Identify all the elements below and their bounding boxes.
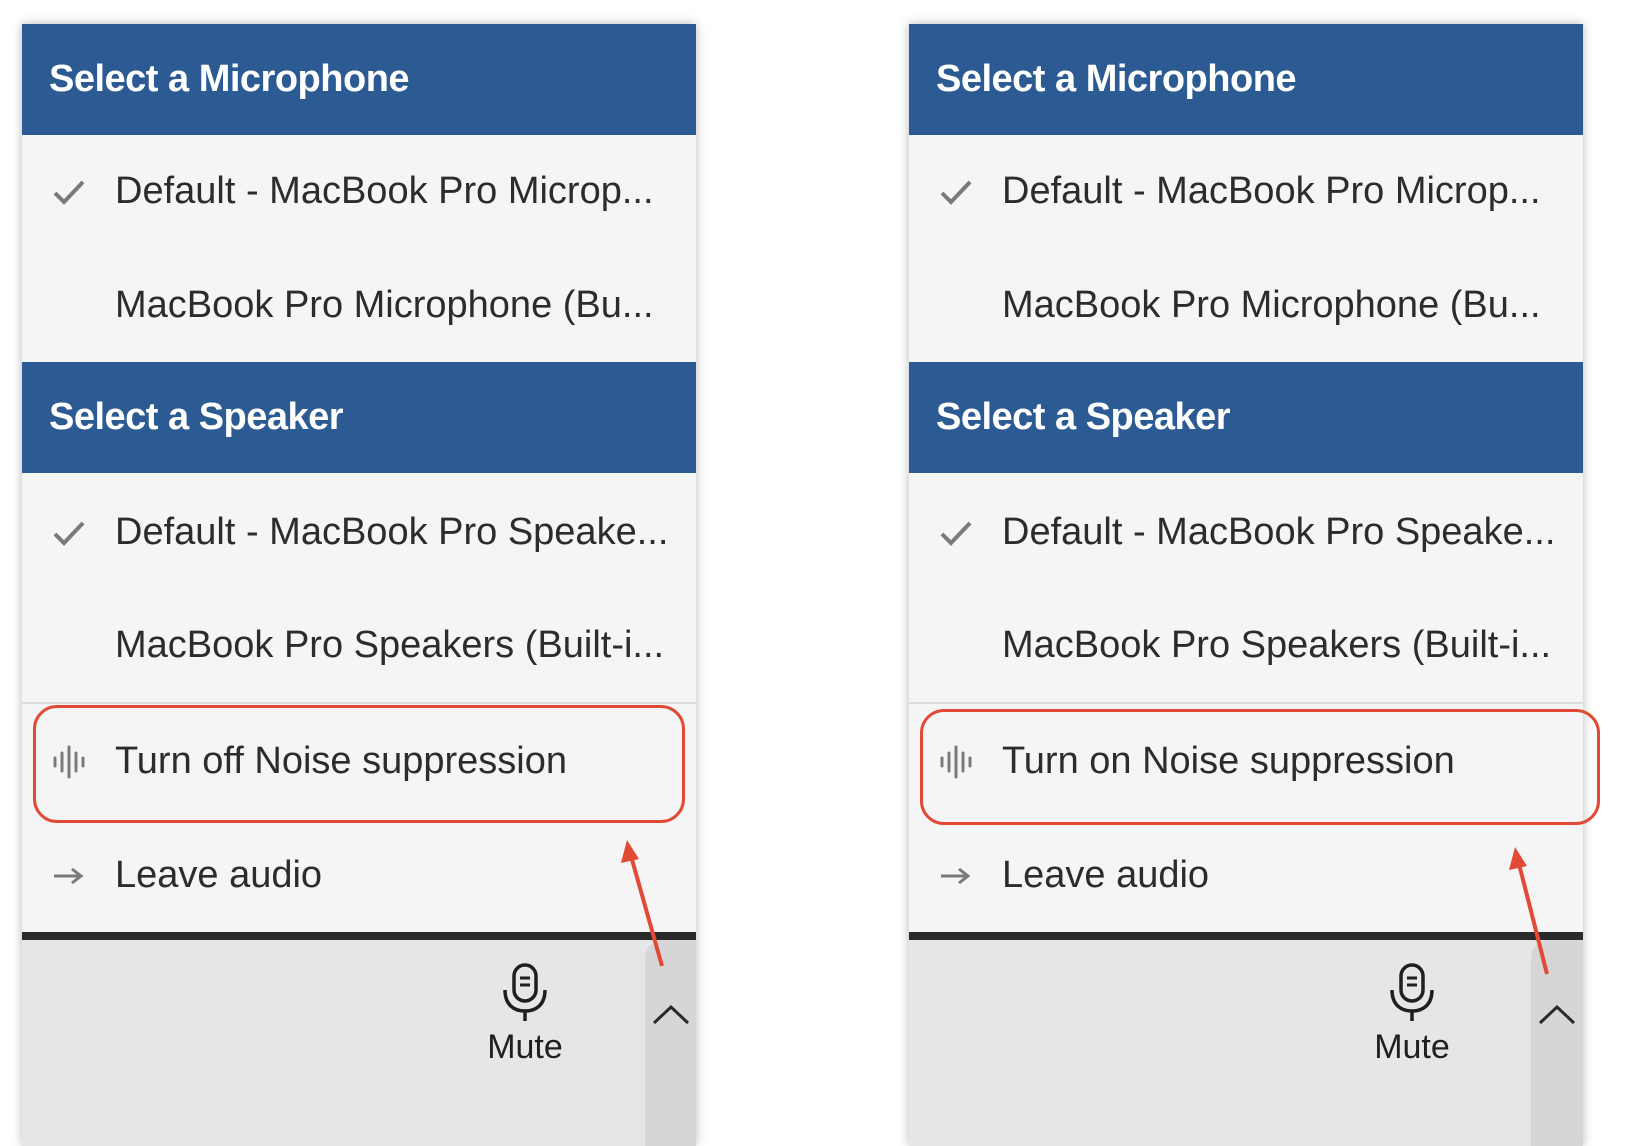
checkmark-icon — [22, 476, 115, 589]
leave-audio-button[interactable]: Leave audio — [909, 819, 1583, 932]
microphone-option-label: MacBook Pro Microphone (Bu... — [115, 284, 654, 326]
mute-label: Mute — [487, 1028, 563, 1066]
red-arrow-icon — [621, 840, 664, 967]
speaker-option-label: Default - MacBook Pro Speake... — [1002, 511, 1556, 553]
speaker-option-default[interactable]: Default - MacBook Pro Speake... — [909, 476, 1583, 589]
leave-audio-label: Leave audio — [115, 854, 323, 896]
audio-toolbar: Mute — [22, 940, 696, 1146]
microphone-option-label: MacBook Pro Microphone (Bu... — [1002, 284, 1541, 326]
speaker-header-label: Select a Speaker — [936, 396, 1231, 438]
speaker-option-label: MacBook Pro Speakers (Built-i... — [115, 624, 665, 666]
microphone-icon — [480, 962, 570, 1024]
noise-suppression-highlight — [920, 709, 1600, 825]
chevron-up-icon — [651, 1002, 691, 1146]
checkmark-icon — [909, 135, 1002, 248]
noise-suppression-highlight — [33, 705, 685, 823]
menu-divider — [22, 702, 696, 704]
microphone-option-builtin[interactable]: MacBook Pro Microphone (Bu... — [22, 249, 696, 362]
microphone-option-label: Default - MacBook Pro Microp... — [1002, 170, 1541, 212]
menu-divider — [909, 702, 1583, 704]
microphone-option-label: Default - MacBook Pro Microp... — [115, 170, 654, 212]
speaker-section-header: Select a Speaker — [22, 362, 696, 473]
toolbar-divider — [909, 932, 1583, 940]
mute-button[interactable]: Mute — [1367, 962, 1457, 1082]
speaker-option-builtin[interactable]: MacBook Pro Speakers (Built-i... — [909, 589, 1583, 702]
microphone-header-label: Select a Microphone — [49, 58, 410, 100]
leave-audio-label: Leave audio — [1002, 854, 1210, 896]
audio-toolbar: Mute — [909, 940, 1583, 1146]
audio-menu-right: Select a Microphone Default - MacBook Pr… — [909, 24, 1583, 1146]
speaker-option-default[interactable]: Default - MacBook Pro Speake... — [22, 476, 696, 589]
microphone-option-default[interactable]: Default - MacBook Pro Microp... — [909, 135, 1583, 248]
arrow-right-icon — [909, 819, 1002, 932]
audio-menu-left: Select a Microphone Default - MacBook Pr… — [22, 24, 696, 1146]
leave-audio-button[interactable]: Leave audio — [22, 819, 696, 932]
arrow-right-icon — [22, 819, 115, 932]
microphone-section-header: Select a Microphone — [909, 24, 1583, 135]
chevron-up-icon — [1537, 1002, 1577, 1146]
speaker-option-builtin[interactable]: MacBook Pro Speakers (Built-i... — [22, 589, 696, 702]
microphone-section-header: Select a Microphone — [22, 24, 696, 135]
speaker-option-label: Default - MacBook Pro Speake... — [115, 511, 669, 553]
speaker-option-label: MacBook Pro Speakers (Built-i... — [1002, 624, 1552, 666]
checkmark-icon — [22, 135, 115, 248]
microphone-option-builtin[interactable]: MacBook Pro Microphone (Bu... — [909, 249, 1583, 362]
speaker-section-header: Select a Speaker — [909, 362, 1583, 473]
speaker-header-label: Select a Speaker — [49, 396, 344, 438]
mute-label: Mute — [1374, 1028, 1450, 1066]
red-arrow-icon — [1509, 847, 1549, 975]
microphone-icon — [1367, 962, 1457, 1024]
microphone-option-default[interactable]: Default - MacBook Pro Microp... — [22, 135, 696, 248]
checkmark-icon — [909, 476, 1002, 589]
mute-button[interactable]: Mute — [480, 962, 570, 1082]
microphone-header-label: Select a Microphone — [936, 58, 1297, 100]
toolbar-divider — [22, 932, 696, 940]
